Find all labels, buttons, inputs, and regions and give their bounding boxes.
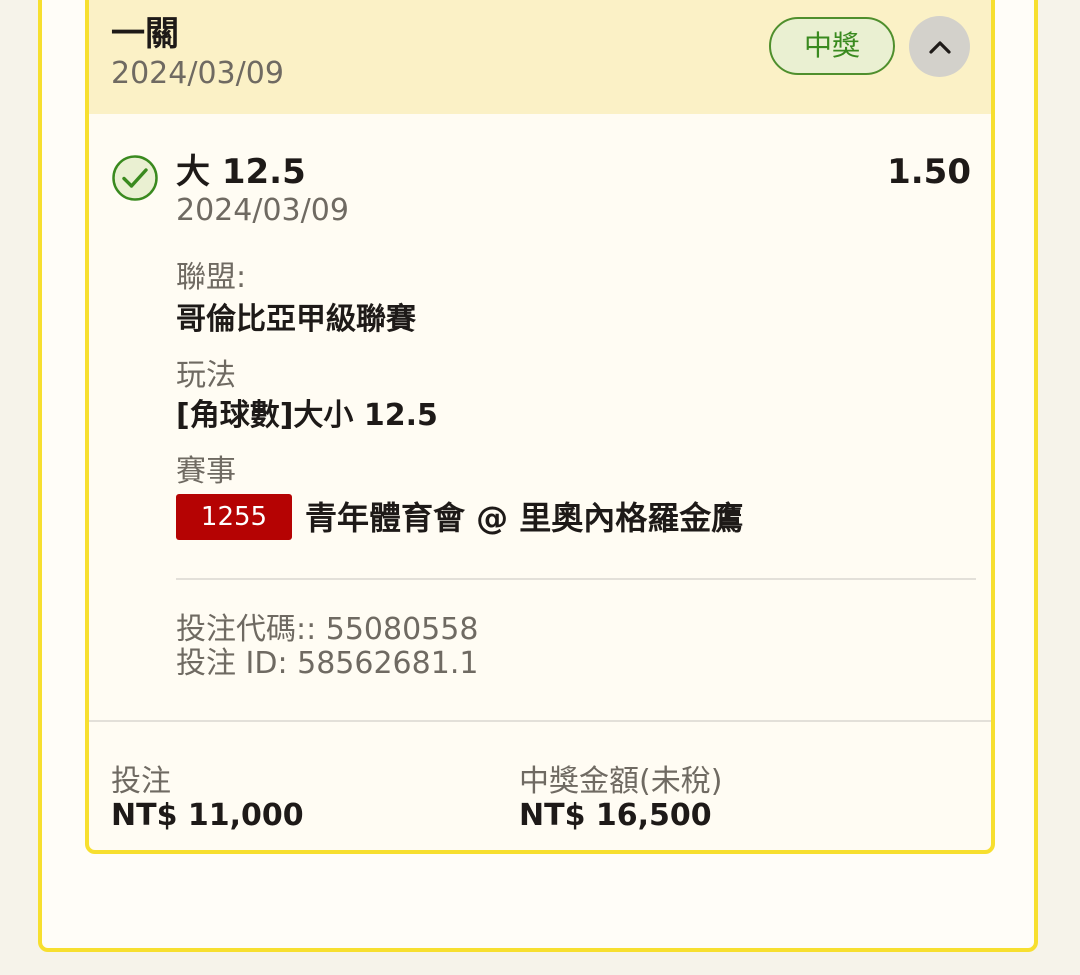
bet-code: 投注代碼:: 55080558 xyxy=(176,612,479,647)
stake-label: 投注 xyxy=(111,764,171,799)
bet-card-header[interactable]: 一關 2024/03/09 中獎 xyxy=(89,0,991,114)
payout-value: NT$ 16,500 xyxy=(519,798,712,833)
chevron-up-icon xyxy=(928,40,951,54)
event-label: 賽事 xyxy=(176,454,236,489)
market-value: [角球數]大小 12.5 xyxy=(176,398,438,433)
payout-label: 中獎金額(未稅) xyxy=(519,764,723,799)
market-label: 玩法 xyxy=(176,358,236,393)
event-name: 青年體育會 @ 里奧內格羅金鷹 xyxy=(305,499,744,537)
divider xyxy=(89,720,991,722)
win-status-badge: 中獎 xyxy=(769,17,895,75)
league-label: 聯盟: xyxy=(176,260,247,295)
event-code-badge: 1255 xyxy=(176,494,292,540)
bet-date: 2024/03/09 xyxy=(111,56,284,91)
check-circle-icon xyxy=(112,155,158,201)
selection-name: 大 12.5 xyxy=(176,152,306,192)
bet-type-title: 一關 xyxy=(111,14,179,54)
league-value: 哥倫比亞甲級聯賽 xyxy=(176,302,416,337)
collapse-button[interactable] xyxy=(909,16,970,77)
bet-card: 一關 2024/03/09 中獎 大 12.5 1.50 2024/03/09 … xyxy=(85,0,995,854)
stake-value: NT$ 11,000 xyxy=(111,798,304,833)
bet-id: 投注 ID: 58562681.1 xyxy=(176,646,479,681)
selection-date: 2024/03/09 xyxy=(176,193,349,228)
divider xyxy=(176,578,976,580)
selection-odds: 1.50 xyxy=(887,152,971,192)
